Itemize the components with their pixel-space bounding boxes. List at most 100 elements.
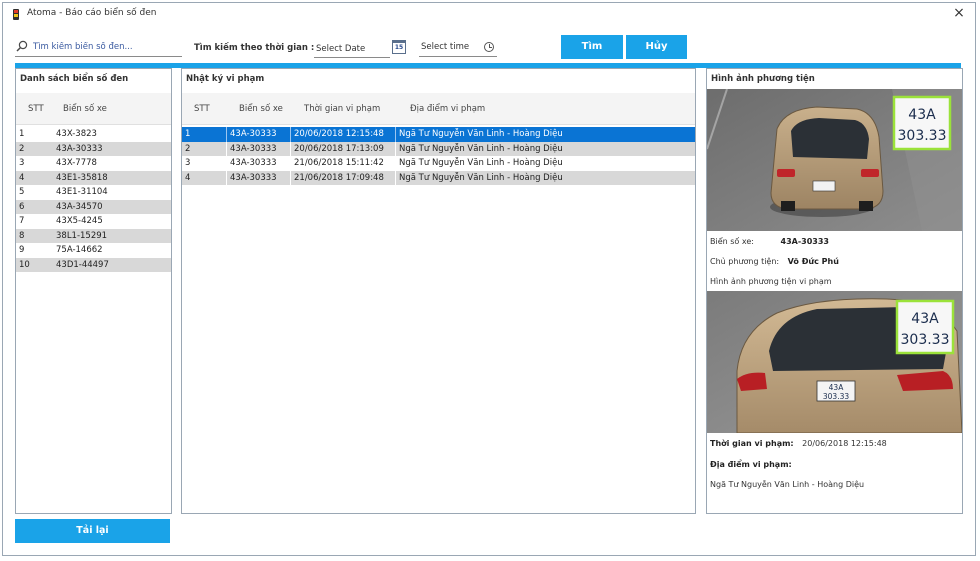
row-stt: 3 [185,158,191,168]
row-stt: 1 [185,129,191,139]
violation-row[interactable]: 4 43A-30333 21/06/2018 17:09:48 Ngã Tư Nguy… [182,170,695,185]
blacklist-title: Danh sách biển số đen [20,74,129,84]
vehicle-panel-title: Hình ảnh phương tiện [711,74,815,84]
blacklist-row[interactable]: 3 43X-7778 [16,156,171,171]
blacklist-row[interactable]: 10 43D1-44497 [16,257,171,272]
header-stt: STT [194,104,210,114]
violation-location-label: Địa điểm vi phạm: [710,460,792,469]
cancel-button[interactable]: Hủy [626,35,687,59]
title-bar: Atoma - Báo cáo biển số đen × [3,3,975,25]
violation-time-label: Thời gian vi phạm: [710,439,794,448]
plate-closeup-line2: 303.33 [898,128,947,144]
calendar-icon[interactable]: 15 [392,40,406,54]
reload-button[interactable]: Tải lại [15,519,170,543]
header-time: Thời gian vi phạm [304,104,381,114]
blacklist-row[interactable]: 5 43E1-31104 [16,185,171,200]
row-plate: 43E1-35818 [56,172,108,183]
blacklist-row[interactable]: 2 43A-30333 [16,141,171,156]
row-location: Ngã Tư Nguyễn Văn Linh - Hoàng Diệu [399,143,563,154]
violation-location-value: Ngã Tư Nguyễn Văn Linh - Hoàng Diệu [710,480,865,489]
row-stt: 7 [19,216,25,226]
clock-icon[interactable] [484,42,494,52]
row-stt: 3 [19,158,25,168]
plate-closeup-line1: 43A [908,107,936,123]
column-separator [290,170,291,185]
column-separator [226,156,227,171]
blacklist-row[interactable]: 7 43X5-4245 [16,214,171,229]
row-plate: 43A-30333 [230,172,277,183]
column-separator [226,127,227,142]
column-separator [290,141,291,156]
violation-row[interactable]: 1 43A-30333 20/06/2018 12:15:48 Ngã Tư Nguy… [182,127,695,142]
violation-log-title: Nhật ký vi phạm [186,74,265,84]
column-separator [395,170,396,185]
row-plate: 43A-30333 [230,143,277,154]
row-plate: 43A-30333 [230,158,277,168]
plate-info-value: 43A-30333 [780,237,829,246]
violation-time-value: 20/06/2018 12:15:48 [802,439,887,448]
column-separator [290,127,291,142]
vehicle-photo: 43A 303.33 [707,89,962,231]
owner-info: Chủ phương tiện: Võ Đức Phú [710,257,839,266]
row-plate: 43D1-44497 [56,259,109,270]
row-location: Ngã Tư Nguyễn Văn Linh - Hoàng Diệu [399,129,563,139]
column-separator [226,170,227,185]
violation-log-panel: Nhật ký vi phạm STT Biển số xe Thời gian… [181,68,696,514]
find-button[interactable]: Tìm [561,35,623,59]
row-time: 20/06/2018 12:15:48 [294,129,384,139]
column-separator [395,141,396,156]
header-plate: Biển số xe [239,104,283,114]
row-stt: 6 [19,201,25,212]
row-stt: 1 [19,129,25,139]
violation-location-label-text: Địa điểm vi phạm: [710,460,792,469]
plate-closeup-line1: 43A [911,311,939,327]
row-plate: 43A-30333 [230,129,277,139]
blacklist-row[interactable]: 9 75A-14662 [16,243,171,258]
search-icon [16,40,28,52]
blacklist-row[interactable]: 1 43X-3823 [16,127,171,142]
column-separator [226,141,227,156]
row-stt: 10 [19,259,30,270]
row-stt: 2 [185,143,191,154]
header-location: Địa điểm vi phạm [410,104,486,114]
row-plate: 43E1-31104 [56,187,108,197]
column-separator [395,127,396,142]
rear-plate-line2: 303.33 [823,392,849,401]
close-button[interactable]: × [951,5,967,21]
row-plate: 38L1-15291 [56,230,108,241]
row-plate: 75A-14662 [56,245,103,255]
blacklist-rows: 1 43X-3823 2 43A-30333 3 43X-7778 4 43E1-35818 5… [16,127,171,272]
violation-time-info: Thời gian vi phạm: 20/06/2018 12:15:48 [710,439,887,448]
header-plate: Biển số xe [63,104,107,114]
blacklist-panel: Danh sách biển số đen STT Biển số xe 1 43… [15,68,172,514]
rear-plate-line1: 43A [829,383,845,392]
row-stt: 2 [19,143,25,154]
blacklist-row[interactable]: 6 43A-34570 [16,199,171,214]
row-plate: 43X5-4245 [56,216,103,226]
violation-row[interactable]: 3 43A-30333 21/06/2018 15:11:42 Ngã Tư Nguy… [182,156,695,171]
row-plate: 43X-3823 [56,129,97,139]
row-plate: 43A-30333 [56,143,103,154]
blacklist-row[interactable]: 4 43E1-35818 [16,170,171,185]
time-filter-label: Tìm kiếm theo thời gian : [194,43,315,53]
blacklist-row[interactable]: 8 38L1-15291 [16,228,171,243]
row-stt: 8 [19,230,25,241]
violation-image-label: Hình ảnh phương tiện vi phạm [710,277,832,286]
violation-row[interactable]: 2 43A-30333 20/06/2018 17:13:09 Ngã Tư Nguy… [182,141,695,156]
row-stt: 4 [19,172,25,183]
search-input[interactable] [33,40,181,54]
plate-info: Biển số xe: 43A-30333 [710,237,829,246]
row-stt: 5 [19,187,25,197]
date-picker-field[interactable]: Select Date [314,40,390,58]
app-window: Atoma - Báo cáo biển số đen × Tìm kiếm t… [2,2,976,556]
column-separator [290,156,291,171]
row-location: Ngã Tư Nguyễn Văn Linh - Hoàng Diệu [399,172,563,183]
row-time: 20/06/2018 17:13:09 [294,143,384,154]
blacklist-header: STT Biển số xe [16,93,171,125]
vehicle-panel: Hình ảnh phương tiện 43A 303.33 Biển số … [706,68,963,514]
column-separator [395,156,396,171]
search-box [15,39,182,57]
row-time: 21/06/2018 17:09:48 [294,172,384,183]
row-time: 21/06/2018 15:11:42 [294,158,384,168]
violation-rows: 1 43A-30333 20/06/2018 12:15:48 Ngã Tư Nguy… [182,127,695,185]
